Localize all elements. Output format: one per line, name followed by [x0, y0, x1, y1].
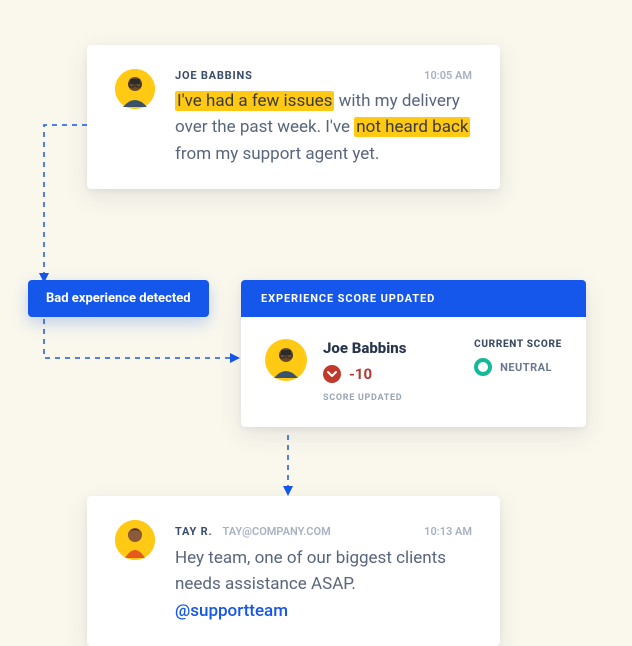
highlight-phrase-1: I've had a few issues — [175, 91, 334, 111]
score-person-name: Joe Babbins — [323, 339, 406, 357]
message-author-email: TAY@COMPANY.COM — [222, 525, 330, 538]
mention-link[interactable]: @supportteam — [175, 601, 288, 621]
chevron-down-icon — [323, 365, 341, 383]
message-author: TAY R. — [175, 525, 213, 538]
highlight-phrase-2: not heard back — [354, 117, 470, 137]
avatar-joe-small — [265, 339, 307, 381]
avatar-tay — [115, 520, 155, 560]
avatar-joe — [115, 69, 155, 109]
message-author-row: TAY R. TAY@COMPANY.COM — [175, 520, 331, 539]
msg-text: Hey team, one of our biggest clients nee… — [175, 548, 446, 594]
message-card-1: JOE BABBINS 10:05 AM I've had a few issu… — [87, 45, 500, 189]
score-card-header: EXPERIENCE SCORE UPDATED — [241, 280, 586, 317]
neutral-ring-icon — [474, 358, 492, 376]
detection-label: Bad experience detected — [46, 291, 191, 306]
message-timestamp: 10:05 AM — [424, 69, 472, 82]
msg-text: from my support agent yet. — [175, 144, 379, 164]
current-score-value: NEUTRAL — [500, 361, 552, 374]
message-body: I've had a few issues with my delivery o… — [175, 88, 472, 167]
message-author: JOE BABBINS — [175, 69, 253, 82]
message-timestamp: 10:13 AM — [424, 525, 472, 538]
message-body: Hey team, one of our biggest clients nee… — [175, 545, 472, 624]
message-card-2: TAY R. TAY@COMPANY.COM 10:13 AM Hey team… — [87, 496, 500, 646]
score-updated-label: SCORE UPDATED — [323, 393, 406, 403]
score-delta-value: -10 — [349, 365, 372, 383]
experience-score-card: EXPERIENCE SCORE UPDATED Joe Babbins -10 — [241, 280, 586, 427]
detection-badge: Bad experience detected — [28, 280, 209, 317]
current-score-label: CURRENT SCORE — [474, 339, 562, 350]
